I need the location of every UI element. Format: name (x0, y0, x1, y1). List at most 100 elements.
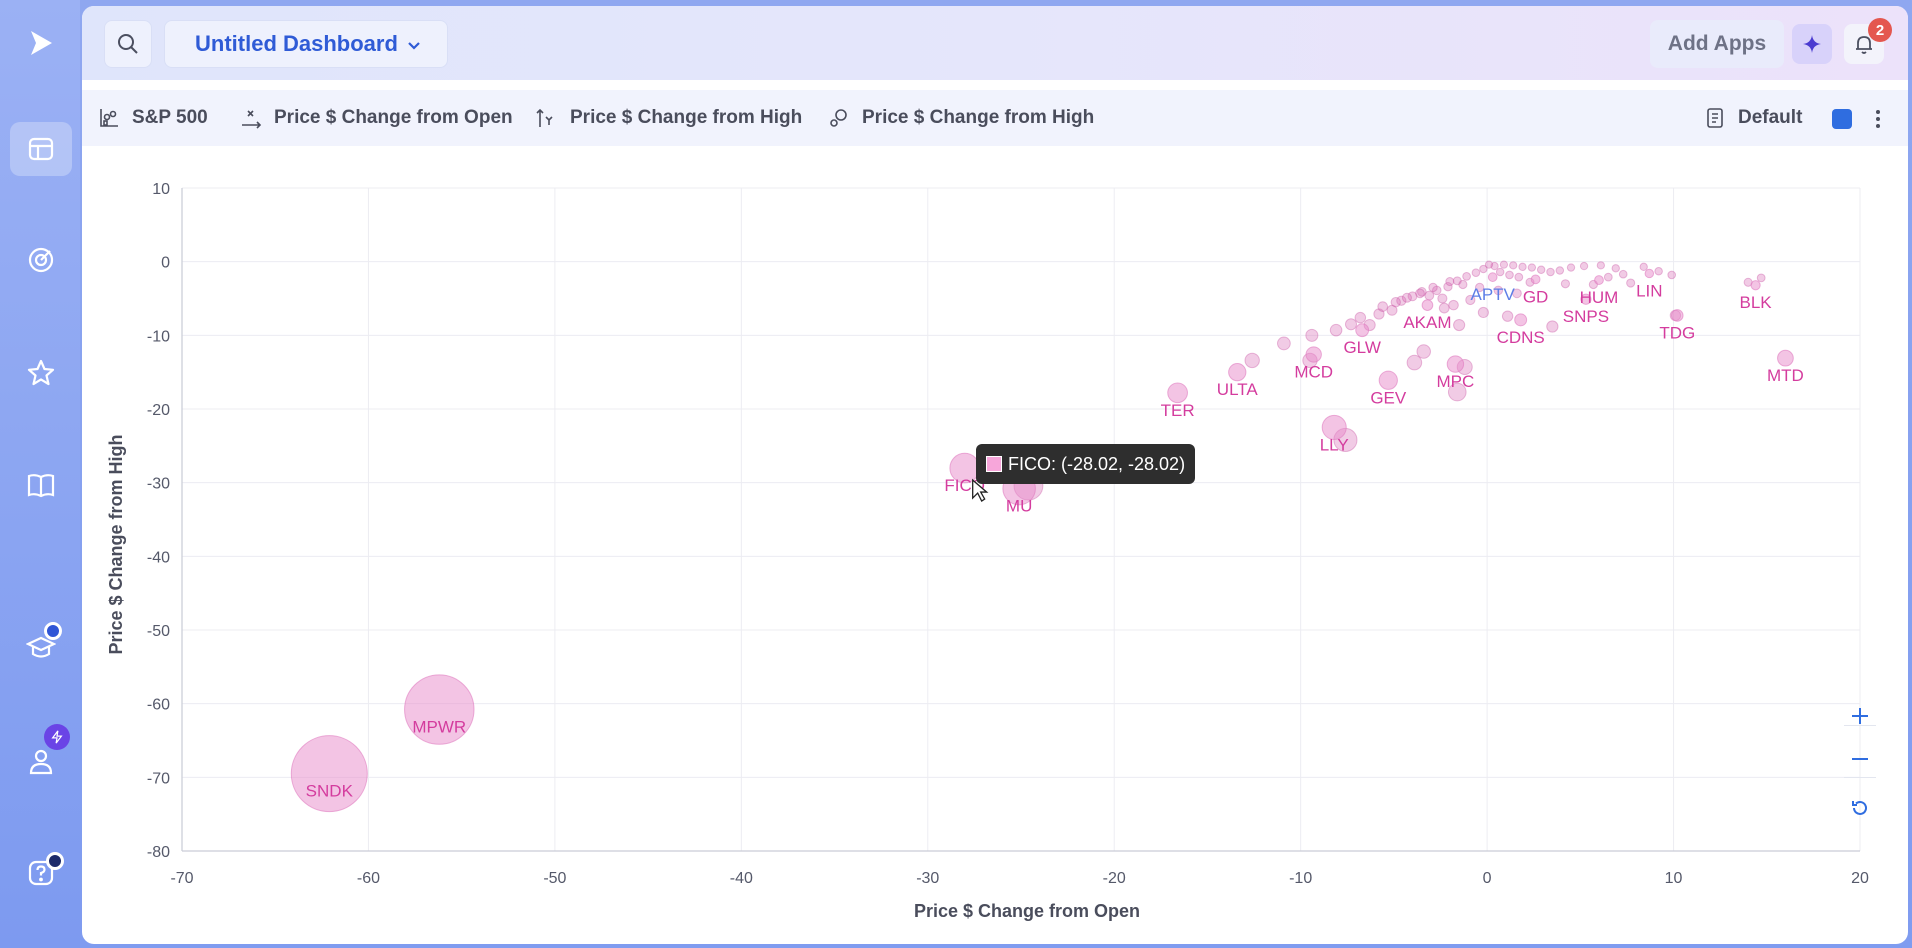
data-point (1487, 272, 1498, 282)
point-label: TDG (1659, 323, 1695, 342)
y-tick-label: -30 (147, 476, 170, 493)
radar-icon[interactable] (10, 233, 72, 287)
y-field-label: Price $ Change from High (570, 107, 803, 128)
data-point (1546, 267, 1555, 277)
data-point (1514, 272, 1524, 282)
data-point (1527, 263, 1537, 272)
point-label: BLK (1740, 293, 1773, 312)
dataset-selector[interactable]: S&P 500 (98, 90, 208, 146)
data-point (1555, 266, 1565, 275)
size-field-selector[interactable]: Price $ Change from High (828, 90, 1094, 146)
more-vertical-icon[interactable] (1870, 106, 1886, 132)
help-icon[interactable] (10, 846, 72, 900)
dashboard-title: Untitled Dashboard (195, 31, 398, 56)
tooltip-text: FICO: (-28.02, -28.02) (1008, 453, 1186, 474)
data-point (1505, 270, 1514, 280)
data-point (1626, 278, 1636, 288)
y-tick-label: 0 (161, 255, 170, 272)
data-point (1477, 306, 1489, 319)
star-icon[interactable] (10, 346, 72, 400)
data-point (1305, 328, 1319, 342)
x-tick-label: -40 (730, 870, 753, 887)
data-point (1514, 313, 1528, 327)
dashboard-selector[interactable]: Untitled Dashboard (164, 20, 448, 68)
y-tick-label: -80 (147, 844, 170, 861)
reset-icon (1852, 800, 1867, 815)
bubble-size-icon (830, 109, 847, 127)
ai-sparkle-button[interactable] (1792, 24, 1832, 64)
data-point (1462, 272, 1471, 281)
data-point (1495, 267, 1505, 277)
lightning-badge-icon (44, 724, 70, 750)
y-axis-title: Price $ Change from High (106, 434, 126, 654)
x-tick-label: 10 (1665, 870, 1683, 887)
point-label: CDNS (1497, 328, 1545, 347)
dashboard-icon[interactable] (10, 122, 72, 176)
point-label: AKAM (1403, 313, 1451, 332)
theme-selector[interactable]: Default (1704, 90, 1802, 146)
add-apps-button[interactable]: Add Apps (1650, 20, 1784, 68)
series-color-swatch[interactable] (1832, 109, 1852, 129)
point-label: GLW (1343, 338, 1380, 357)
data-point (1501, 310, 1514, 322)
y-tick-label: -40 (147, 549, 170, 566)
data-point (1618, 269, 1628, 279)
logo-icon[interactable] (10, 16, 72, 70)
point-label: TER (1161, 401, 1195, 420)
data-point (1355, 323, 1370, 338)
point-label: HUM (1580, 288, 1619, 307)
status-dot (46, 852, 64, 870)
data-point (1644, 268, 1655, 279)
zoom-in-button[interactable] (1842, 698, 1878, 734)
data-point (1458, 279, 1468, 290)
data-point (1446, 355, 1465, 373)
data-point (1445, 277, 1455, 287)
chart-tooltip: FICO: (-28.02, -28.02) (976, 444, 1196, 484)
data-point (1536, 265, 1546, 274)
y-tick-label: -10 (147, 328, 170, 345)
point-label: LIN (1636, 281, 1662, 300)
data-point (1428, 282, 1438, 293)
data-point (1167, 382, 1188, 404)
scatter-chart: -70 -60 -50 -40 -30 -20 -10 0 10 20 10 0 -10 -20 -30 -4… (106, 181, 1869, 921)
x-tick-label: 20 (1851, 870, 1869, 887)
plus-icon (1852, 708, 1868, 724)
reset-zoom-button[interactable] (1842, 790, 1878, 826)
data-point (1453, 318, 1466, 332)
data-point (1756, 273, 1766, 283)
y-tick-label: -60 (147, 697, 170, 714)
data-point (1546, 320, 1559, 333)
point-label: MU (1006, 497, 1032, 516)
search-button[interactable] (104, 20, 152, 68)
data-point (1566, 263, 1576, 272)
data-point (1244, 352, 1260, 369)
graduation-cap-icon[interactable] (10, 620, 72, 674)
scatter-chart-icon (100, 109, 118, 127)
book-icon[interactable] (10, 458, 72, 512)
data-point (1277, 336, 1291, 351)
y-tick-label: -70 (147, 770, 170, 787)
data-point (1654, 266, 1663, 276)
data-point (1329, 323, 1343, 337)
main-panel: Untitled Dashboard Add Apps 2 S&P 500 Pr… (82, 6, 1908, 944)
data-point (1484, 260, 1494, 269)
x-tick-label: -10 (1289, 870, 1312, 887)
top-bar: Untitled Dashboard Add Apps 2 (82, 6, 1908, 80)
size-field-label: Price $ Change from High (862, 107, 1095, 128)
chart-toolbar: S&P 500 Price $ Change from Open Price $… (82, 90, 1908, 146)
y-field-selector[interactable]: Price $ Change from High (536, 90, 802, 146)
x-field-selector[interactable]: Price $ Change from Open (240, 90, 513, 146)
data-point (1448, 299, 1459, 311)
zoom-out-button[interactable] (1842, 741, 1878, 777)
data-point (1579, 261, 1589, 271)
sparkle-icon (1803, 35, 1821, 53)
data-point (1639, 262, 1648, 271)
x-tick-label: -20 (1103, 870, 1126, 887)
data-point (1421, 299, 1434, 311)
data-point (1777, 349, 1794, 367)
point-label: GD (1523, 287, 1549, 306)
minus-icon (1852, 758, 1868, 760)
point-label: MPC (1437, 372, 1475, 391)
data-point (1499, 260, 1509, 269)
point-label: MPWR (412, 718, 466, 737)
